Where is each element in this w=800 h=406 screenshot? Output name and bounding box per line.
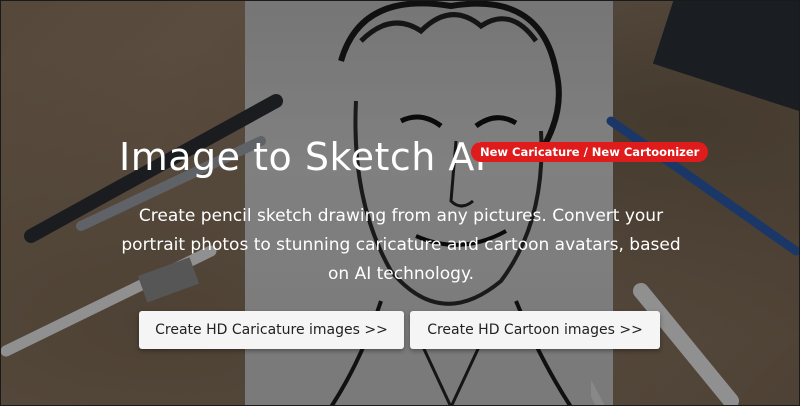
create-caricature-button[interactable]: Create HD Caricature images >>	[139, 311, 404, 349]
hero-section: Image to Sketch AI New Caricature / New …	[0, 0, 800, 406]
page-title: Image to Sketch AI	[119, 135, 487, 179]
create-cartoon-button[interactable]: Create HD Cartoon images >>	[410, 311, 660, 349]
new-feature-badge: New Caricature / New Cartoonizer	[471, 142, 709, 162]
hero-description: Create pencil sketch drawing from any pi…	[121, 206, 681, 284]
